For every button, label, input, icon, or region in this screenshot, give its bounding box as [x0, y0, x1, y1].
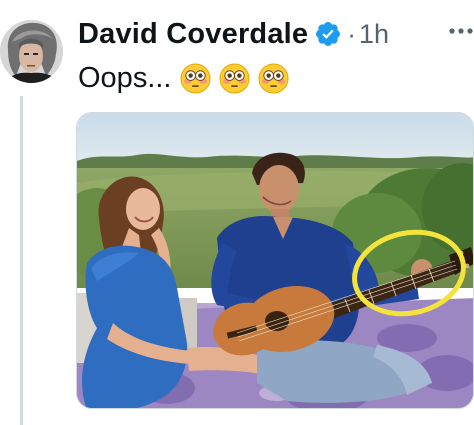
tweet[interactable]: David Coverdale · 1h Oops...	[0, 0, 474, 425]
thread-line	[20, 96, 23, 425]
flushed-face-icon	[179, 62, 211, 94]
author-name[interactable]: David Coverdale	[78, 18, 308, 51]
flushed-face-icon	[257, 62, 289, 94]
verified-badge-icon[interactable]	[314, 20, 342, 48]
separator-dot: ·	[347, 18, 356, 49]
avatar[interactable]	[0, 20, 63, 83]
tweet-text-body: Oops...	[78, 61, 172, 94]
tweet-text: Oops...	[78, 58, 289, 98]
tweet-photo[interactable]	[76, 112, 474, 409]
more-options-icon[interactable]	[448, 24, 474, 38]
flushed-face-icon	[218, 62, 250, 94]
timestamp[interactable]: 1h	[359, 19, 389, 50]
tweet-header: David Coverdale · 1h	[78, 14, 389, 54]
